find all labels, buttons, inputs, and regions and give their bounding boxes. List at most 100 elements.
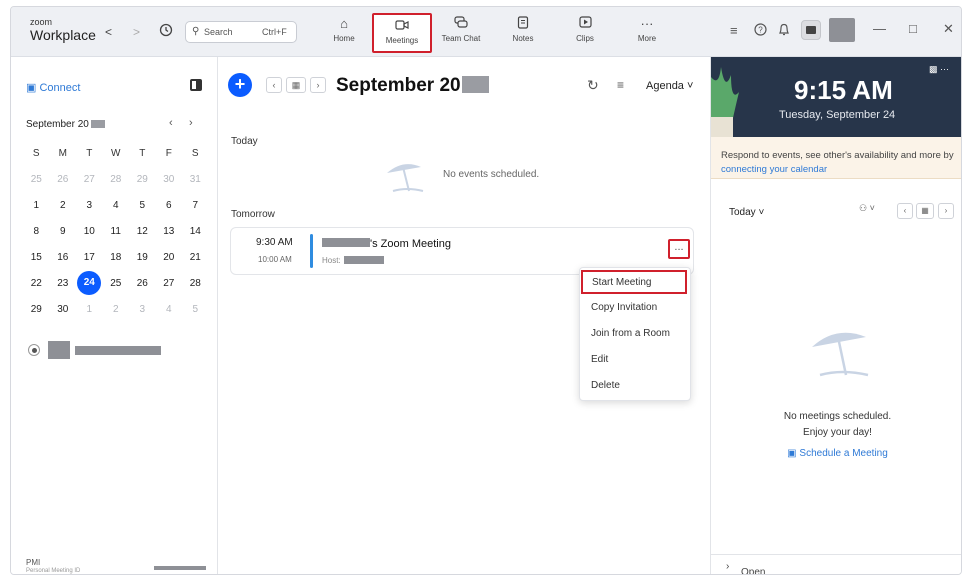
- view-dropdown[interactable]: Agenda ˅: [646, 80, 693, 92]
- calendar-day[interactable]: 15: [23, 252, 50, 263]
- tab-team-chat[interactable]: Team Chat: [435, 13, 487, 53]
- calendar-icon[interactable]: ▦: [916, 203, 934, 219]
- calendar-day[interactable]: 3: [129, 304, 156, 315]
- calendar-day[interactable]: 14: [182, 226, 209, 237]
- calendar-day[interactable]: 30: [156, 174, 183, 185]
- redacted-calendar-name: [75, 346, 161, 355]
- toggle-panel-icon[interactable]: [190, 79, 202, 91]
- agenda-pane: + ‹ ▦ › September 20 ↻ ≡ Agenda ˅ Today …: [218, 57, 710, 574]
- join-from-room-menu-item[interactable]: Join from a Room: [591, 328, 670, 339]
- calendar-day[interactable]: 22: [23, 278, 50, 289]
- calendar-day[interactable]: 4: [103, 200, 130, 211]
- calendar-day[interactable]: 31: [182, 174, 209, 185]
- next-button[interactable]: ›: [938, 203, 954, 219]
- calendar-day[interactable]: 9: [50, 226, 77, 237]
- banner-options-icon[interactable]: ▩ ···: [929, 64, 949, 75]
- connect-calendar-notice: Respond to events, see other's availabil…: [711, 137, 961, 179]
- week-row: 25 26 27 28 29 30 31: [23, 166, 209, 192]
- schedule-meeting-link[interactable]: ▣ Schedule a Meeting: [711, 448, 961, 459]
- calendar-day[interactable]: 17: [76, 252, 103, 263]
- today-dropdown[interactable]: Today ˅: [729, 207, 764, 218]
- forward-button[interactable]: >: [133, 25, 140, 39]
- refresh-icon[interactable]: ↻: [587, 77, 599, 94]
- calendar-day[interactable]: 29: [129, 174, 156, 185]
- calendar-day[interactable]: 16: [50, 252, 77, 263]
- calendar-day[interactable]: 5: [129, 200, 156, 211]
- calendar-day[interactable]: 3: [76, 200, 103, 211]
- meeting-context-menu: Start Meeting Copy Invitation Join from …: [579, 267, 691, 401]
- back-button[interactable]: <: [105, 25, 112, 39]
- today-calendar-icon[interactable]: ▦: [286, 77, 306, 93]
- status-icon[interactable]: [801, 20, 821, 40]
- prev-month-button[interactable]: ‹: [169, 117, 173, 129]
- search-input[interactable]: ⚲ Search Ctrl+F: [185, 21, 297, 43]
- bell-icon[interactable]: [778, 23, 790, 39]
- calendar-day-selected[interactable]: 24: [76, 271, 103, 295]
- contacts-icon[interactable]: ≡: [730, 23, 738, 38]
- edit-menu-item[interactable]: Edit: [591, 354, 608, 365]
- connect-calendar-link[interactable]: ▣ Connect: [26, 81, 80, 94]
- calendar-day[interactable]: 25: [23, 174, 50, 185]
- calendar-day[interactable]: 27: [76, 174, 103, 185]
- calendar-day[interactable]: 5: [182, 304, 209, 315]
- calendar-day[interactable]: 7: [182, 200, 209, 211]
- calendar-day[interactable]: 29: [23, 304, 50, 315]
- calendar-day[interactable]: 1: [23, 200, 50, 211]
- minimize-button[interactable]: —: [873, 21, 886, 36]
- avatar[interactable]: [829, 18, 855, 42]
- calendar-day[interactable]: 30: [50, 304, 77, 315]
- calendar-day[interactable]: 23: [50, 278, 77, 289]
- meeting-more-button[interactable]: ...: [668, 239, 690, 259]
- calendar-day[interactable]: 28: [103, 174, 130, 185]
- meeting-host: Host:: [322, 256, 384, 265]
- calendar-day[interactable]: 28: [182, 278, 209, 289]
- calendar-day[interactable]: 26: [129, 278, 156, 289]
- svg-text:?: ?: [758, 26, 763, 35]
- new-meeting-button[interactable]: +: [228, 73, 252, 97]
- help-icon[interactable]: ?: [754, 23, 767, 39]
- calendar-day[interactable]: 13: [156, 226, 183, 237]
- next-month-button[interactable]: ›: [189, 117, 193, 129]
- attendees-filter-icon[interactable]: ⚇ ˅: [859, 203, 875, 219]
- calendar-toggle-radio[interactable]: [28, 344, 40, 356]
- calendar-day[interactable]: 2: [50, 200, 77, 211]
- tab-clips[interactable]: Clips: [559, 13, 611, 53]
- calendar-day[interactable]: 25: [103, 278, 130, 289]
- start-meeting-menu-item[interactable]: Start Meeting: [581, 270, 687, 294]
- open-recordings-bar[interactable]: Open Recordings ›: [711, 554, 961, 574]
- calendar-day[interactable]: 12: [129, 226, 156, 237]
- calendar-day[interactable]: 19: [129, 252, 156, 263]
- calendar-day[interactable]: 1: [76, 304, 103, 315]
- meeting-title: 's Zoom Meeting: [322, 238, 451, 250]
- tab-home[interactable]: ⌂ Home: [318, 13, 370, 53]
- notes-icon: [497, 16, 549, 32]
- calendar-day[interactable]: 10: [76, 226, 103, 237]
- filter-icon[interactable]: ≡: [617, 78, 624, 92]
- calendar-day[interactable]: 18: [103, 252, 130, 263]
- tab-notes[interactable]: Notes: [497, 13, 549, 53]
- next-day-button[interactable]: ›: [310, 77, 326, 93]
- tab-home-label: Home: [333, 34, 355, 43]
- calendar-day[interactable]: 21: [182, 252, 209, 263]
- calendar-day[interactable]: 27: [156, 278, 183, 289]
- calendar-day[interactable]: 2: [103, 304, 130, 315]
- connect-calendar-link[interactable]: connecting your calendar: [721, 164, 827, 175]
- maximize-button[interactable]: □: [909, 21, 917, 36]
- calendar-day[interactable]: 26: [50, 174, 77, 185]
- chevron-down-icon: ˅: [758, 207, 765, 218]
- connect-label: Connect: [39, 82, 81, 94]
- calendar-day[interactable]: 6: [156, 200, 183, 211]
- calendar-day[interactable]: 11: [103, 226, 130, 237]
- delete-menu-item[interactable]: Delete: [591, 380, 620, 391]
- close-button[interactable]: ✕: [943, 21, 954, 37]
- copy-invitation-menu-item[interactable]: Copy Invitation: [591, 302, 657, 313]
- calendar-day[interactable]: 4: [156, 304, 183, 315]
- calendar-day[interactable]: 8: [23, 226, 50, 237]
- calendar-day[interactable]: 20: [156, 252, 183, 263]
- prev-day-button[interactable]: ‹: [266, 77, 282, 93]
- tab-more[interactable]: ··· More: [621, 13, 673, 53]
- history-icon[interactable]: [159, 23, 173, 40]
- tab-meetings[interactable]: Meetings: [372, 13, 432, 53]
- week-row: 29 30 1 2 3 4 5: [23, 296, 209, 322]
- prev-button[interactable]: ‹: [897, 203, 913, 219]
